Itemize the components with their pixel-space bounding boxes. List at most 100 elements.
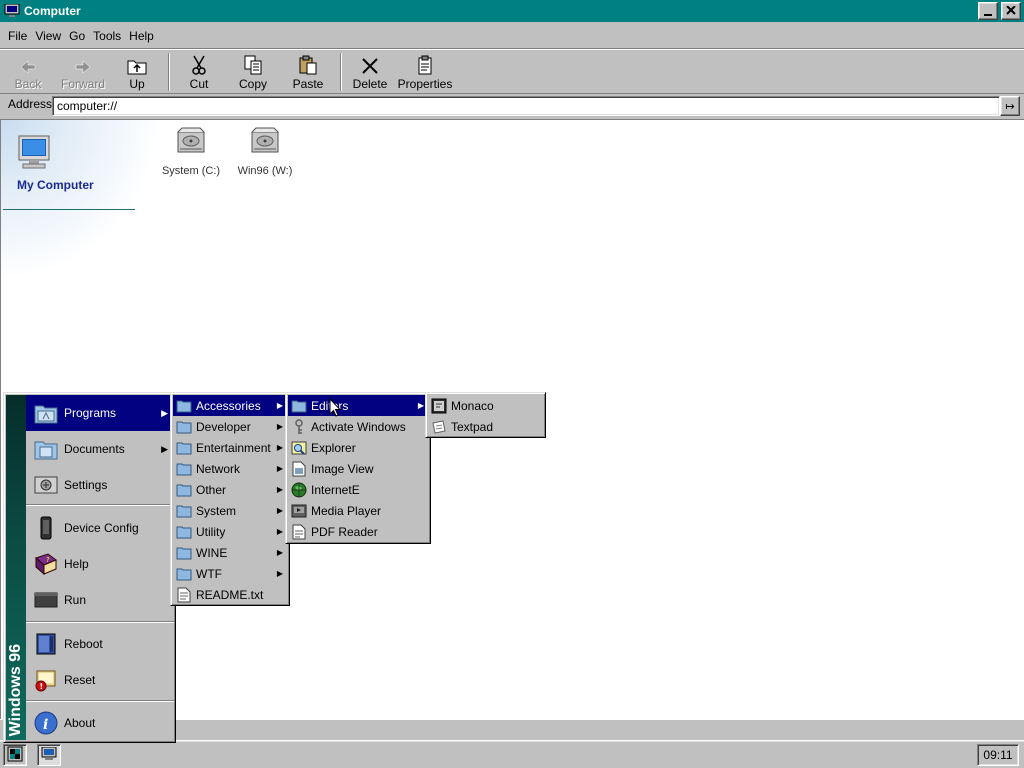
close-button[interactable] — [1001, 2, 1021, 20]
paste-label: Paste — [292, 77, 324, 91]
title-bar[interactable]: Computer — [0, 0, 1024, 22]
submenu-arrow-icon: ▶ — [276, 401, 283, 410]
sidebar-divider — [3, 209, 135, 210]
menu-item-label: Entertainment — [196, 440, 271, 455]
start-item-label: Device Config — [64, 521, 139, 535]
menu-item-label: Other — [196, 482, 227, 497]
programs-item-readme[interactable]: README.txt — [173, 584, 287, 605]
hard-drive-icon — [248, 124, 282, 161]
start-item-settings[interactable]: Settings — [26, 467, 174, 503]
start-item-label: Programs — [64, 406, 117, 420]
accessories-item-internete[interactable]: InternetE — [288, 479, 428, 500]
start-menu-brand: Windows 96 — [7, 643, 24, 736]
accessories-menu: Editors ▶ Activate Windows Explorer Imag… — [285, 392, 431, 544]
accessories-item-pdf-reader[interactable]: PDF Reader — [288, 521, 428, 542]
drive-c[interactable]: System (C:) — [153, 124, 229, 177]
menu-item-label: Accessories — [196, 398, 261, 413]
menu-bar: File View Go Tools Help — [0, 25, 1024, 47]
folder-icon — [176, 398, 192, 414]
run-icon — [34, 588, 58, 612]
accessories-item-media-player[interactable]: Media Player — [288, 500, 428, 521]
address-input[interactable] — [52, 96, 1000, 116]
accessories-item-image-view[interactable]: Image View — [288, 458, 428, 479]
system-tray: 09:11 — [977, 744, 1019, 766]
menu-file[interactable]: File — [4, 29, 31, 43]
start-button[interactable] — [3, 744, 27, 766]
programs-item-other[interactable]: Other ▶ — [173, 479, 287, 500]
start-item-device-config[interactable]: Device Config — [26, 510, 174, 546]
accessories-item-explorer[interactable]: Explorer — [288, 437, 428, 458]
folder-icon — [176, 524, 192, 540]
menu-separator — [26, 504, 174, 506]
menu-item-label: Media Player — [311, 503, 382, 518]
cut-label: Cut — [189, 77, 209, 91]
programs-item-wtf[interactable]: WTF ▶ — [173, 563, 287, 584]
programs-item-entertainment[interactable]: Entertainment ▶ — [173, 437, 287, 458]
properties-button[interactable]: Properties — [398, 49, 452, 95]
programs-item-wine[interactable]: WINE ▶ — [173, 542, 287, 563]
menu-item-label: Developer — [196, 419, 251, 434]
programs-item-developer[interactable]: Developer ▶ — [173, 416, 287, 437]
copy-button[interactable]: Copy — [234, 49, 272, 95]
programs-item-utility[interactable]: Utility ▶ — [173, 521, 287, 542]
taskbar-explorer-button[interactable] — [37, 744, 61, 766]
address-go-button[interactable]: ↦ — [1000, 96, 1020, 116]
forward-button[interactable]: Forward — [56, 49, 110, 95]
drive-w[interactable]: Win96 (W:) — [227, 124, 303, 177]
globe-icon — [291, 482, 307, 498]
menu-help[interactable]: Help — [125, 29, 158, 43]
start-item-run[interactable]: Run — [26, 582, 174, 618]
sidebar-title: My Computer — [17, 178, 94, 192]
minimize-button[interactable] — [978, 2, 998, 20]
delete-button[interactable]: Delete — [350, 49, 390, 95]
minimize-icon — [984, 14, 992, 16]
hard-drive-icon — [174, 124, 208, 161]
programs-item-accessories[interactable]: Accessories ▶ — [173, 395, 287, 416]
menu-item-label: Utility — [196, 524, 226, 539]
editors-item-textpad[interactable]: Textpad — [428, 416, 543, 437]
menu-tools[interactable]: Tools — [89, 29, 125, 43]
start-item-documents[interactable]: Documents ▶ — [26, 431, 174, 467]
folder-icon — [176, 461, 192, 477]
editors-item-monaco[interactable]: Monaco — [428, 395, 543, 416]
menu-go[interactable]: Go — [65, 29, 89, 43]
cut-button[interactable]: Cut — [180, 49, 218, 95]
programs-item-network[interactable]: Network ▶ — [173, 458, 287, 479]
paste-button[interactable]: Paste — [288, 49, 328, 95]
start-item-label: Documents — [64, 442, 125, 456]
svg-text:?: ? — [46, 556, 50, 564]
programs-item-system[interactable]: System ▶ — [173, 500, 287, 521]
properties-icon — [416, 49, 434, 75]
text-file-icon — [176, 587, 192, 603]
clock[interactable]: 09:11 — [983, 748, 1012, 762]
forward-arrow-icon — [74, 49, 92, 75]
start-item-help[interactable]: ? Help — [26, 546, 174, 582]
svg-text:i: i — [43, 717, 48, 733]
menu-view[interactable]: View — [31, 29, 65, 43]
taskbar: 09:11 — [0, 740, 1024, 768]
up-button[interactable]: Up — [118, 49, 156, 95]
start-item-reset[interactable]: ! Reset — [26, 662, 174, 698]
start-item-label: About — [64, 716, 96, 730]
image-file-icon — [291, 461, 307, 477]
start-item-label: Reboot — [64, 637, 103, 651]
start-item-reboot[interactable]: Reboot — [26, 626, 174, 662]
menu-item-label: WINE — [196, 545, 228, 560]
start-menu: Windows 96 Programs ▶ Documents ▶ Settin… — [3, 392, 176, 743]
start-item-label: Settings — [64, 478, 108, 492]
windows-logo-icon — [7, 746, 23, 765]
accessories-item-editors[interactable]: Editors ▶ — [288, 395, 428, 416]
submenu-arrow-icon: ▶ — [417, 401, 424, 410]
help-book-icon: ? — [34, 552, 58, 576]
textpad-icon — [431, 419, 447, 435]
submenu-arrow-icon: ▶ — [276, 464, 283, 473]
start-item-about[interactable]: i About — [26, 705, 174, 741]
back-button[interactable]: Back — [6, 49, 50, 95]
toolbar: Back Forward Up Cut Copy Paste Delete Pr… — [0, 48, 1024, 94]
start-item-programs[interactable]: Programs ▶ — [26, 395, 174, 431]
menu-item-label: InternetE — [311, 482, 360, 497]
menu-item-label: Image View — [311, 461, 374, 476]
accessories-item-activate-windows[interactable]: Activate Windows — [288, 416, 428, 437]
media-player-icon — [291, 503, 307, 519]
submenu-arrow-icon: ▶ — [276, 569, 283, 578]
